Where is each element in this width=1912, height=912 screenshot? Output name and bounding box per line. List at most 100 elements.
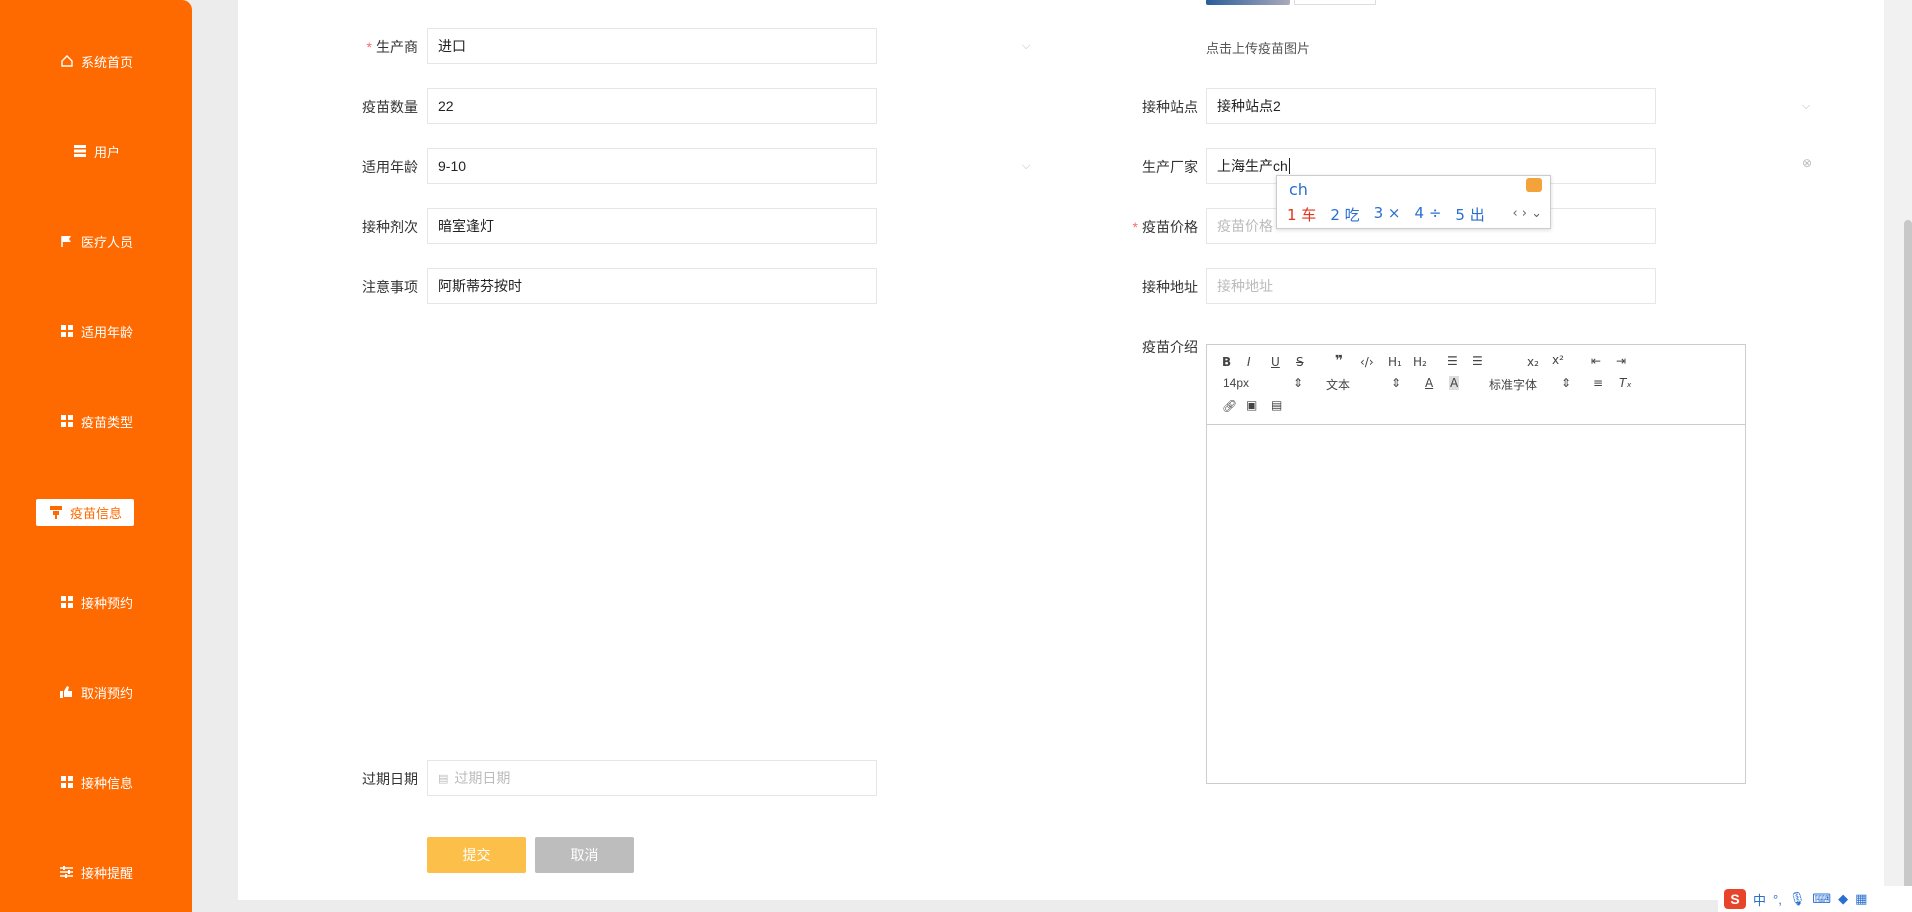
- cup-icon: [48, 504, 64, 520]
- sliders-icon: [59, 864, 75, 880]
- ime-candidate-popup: ch 1 车 2 吃 3 × 4 ÷ 5 出 ‹ › ⌄: [1276, 175, 1551, 229]
- address-input[interactable]: 接种地址: [1206, 268, 1656, 304]
- cancel-button[interactable]: 取消: [535, 837, 634, 873]
- upload-box[interactable]: [1294, 0, 1376, 5]
- ime-page-arrows-icon[interactable]: ‹ › ⌄: [1512, 206, 1542, 221]
- sidebar-item-label: 取消预约: [80, 685, 133, 701]
- keyboard-icon[interactable]: ⌨: [1812, 891, 1831, 907]
- bullet-list-icon[interactable]: ☰: [1472, 354, 1483, 368]
- ime-candidate[interactable]: 4 ÷: [1415, 204, 1442, 225]
- expiry-label: 过期日期: [362, 771, 418, 787]
- image-icon[interactable]: ▣: [1246, 398, 1257, 412]
- sidebar-item-vaccine-type[interactable]: 疫苗类型: [0, 401, 192, 441]
- text-caret: [1288, 158, 1290, 174]
- ordered-list-icon[interactable]: ☰: [1447, 354, 1458, 368]
- sidebar-item-booking[interactable]: 接种预约: [0, 582, 192, 622]
- chevron-down-icon[interactable]: ⌵: [1022, 40, 1032, 52]
- updown-icon: ⇕: [1292, 376, 1303, 390]
- h1-icon[interactable]: H₁: [1388, 355, 1402, 369]
- grid-icon: [72, 143, 88, 159]
- site-select[interactable]: 接种站点2: [1206, 88, 1656, 124]
- grid-icon: [59, 774, 75, 790]
- background-color-icon[interactable]: A: [1449, 376, 1460, 390]
- quantity-input[interactable]: 22: [427, 88, 877, 124]
- ime-candidate[interactable]: 3 ×: [1374, 204, 1401, 225]
- sidebar-item-label: 接种提醒: [80, 865, 133, 881]
- link-icon[interactable]: 🔗︎: [1222, 399, 1237, 413]
- bold-icon[interactable]: B: [1222, 355, 1231, 369]
- vaccine-image-thumbnail[interactable]: [1206, 0, 1290, 5]
- font-family-select[interactable]: 标准字体 ⇕: [1489, 376, 1571, 393]
- italic-icon[interactable]: I: [1247, 355, 1251, 369]
- sidebar-item-label: 系统首页: [80, 54, 133, 70]
- calendar-icon: ▤: [438, 772, 449, 785]
- ime-toolbar: S 中 °, 🎙︎ ⌨ ◆ ▦: [1718, 886, 1912, 912]
- ime-candidate[interactable]: 5 出: [1455, 204, 1484, 225]
- h2-icon[interactable]: H₂: [1413, 355, 1427, 369]
- sidebar-item-vaccination-info[interactable]: 接种信息: [0, 762, 192, 802]
- ime-logo-icon: [1526, 178, 1542, 192]
- sidebar-item-vaccine-info[interactable]: 疫苗信息: [0, 492, 192, 532]
- sidebar-item-users[interactable]: 用户: [0, 131, 192, 171]
- scrollbar-thumb[interactable]: [1904, 220, 1912, 912]
- flag-icon: [59, 233, 75, 249]
- site-label: 接种站点: [1142, 99, 1198, 115]
- ime-candidate[interactable]: 1 车: [1287, 204, 1316, 225]
- outdent-icon[interactable]: ⇤: [1591, 354, 1601, 368]
- sogou-logo-icon[interactable]: S: [1724, 889, 1746, 909]
- sidebar: 系统首页 用户 医疗人员 适用年龄 疫苗类型 疫苗信息 接种预约 取消预约 接种…: [0, 0, 192, 912]
- subscript-icon[interactable]: x₂: [1527, 355, 1539, 369]
- clear-icon[interactable]: ⊗: [1802, 156, 1812, 170]
- intro-label: 疫苗介绍: [1142, 339, 1198, 355]
- ime-candidate[interactable]: 2 吃: [1330, 204, 1359, 225]
- notes-input[interactable]: 阿斯蒂芬按时: [427, 268, 877, 304]
- sidebar-item-age[interactable]: 适用年龄: [0, 311, 192, 351]
- sidebar-item-reminder[interactable]: 接种提醒: [0, 852, 192, 892]
- sidebar-item-label: 接种预约: [80, 595, 133, 611]
- sidebar-item-label: 用户: [93, 144, 120, 160]
- home-icon: [59, 53, 75, 69]
- align-icon[interactable]: ≡: [1593, 376, 1603, 390]
- font-color-icon[interactable]: A: [1425, 376, 1433, 390]
- submit-button[interactable]: 提交: [427, 837, 526, 873]
- age-select[interactable]: 9-10: [427, 148, 877, 184]
- clear-format-icon[interactable]: Tₓ: [1619, 376, 1632, 390]
- font-size-select[interactable]: 14px ⇕: [1223, 376, 1303, 390]
- punctuation-toggle[interactable]: °,: [1773, 892, 1782, 907]
- sidebar-item-label: 疫苗信息: [69, 505, 122, 521]
- strike-icon[interactable]: S: [1296, 355, 1304, 369]
- paragraph-select[interactable]: 文本 ⇕: [1326, 376, 1401, 393]
- age-label: 适用年龄: [362, 159, 418, 175]
- sidebar-item-medical-staff[interactable]: 医疗人员: [0, 221, 192, 261]
- chevron-down-icon[interactable]: ⌵: [1022, 160, 1032, 172]
- sidebar-item-home[interactable]: 系统首页: [0, 41, 192, 81]
- updown-icon: ⇕: [1390, 376, 1401, 390]
- sidebar-item-label: 疫苗类型: [80, 414, 133, 430]
- sidebar-item-label: 医疗人员: [80, 234, 133, 250]
- rich-text-editor: B I U S ❞ ‹/› H₁ H₂ ☰ ☰ x₂ x² ⇤ ⇥ 14px ⇕ …: [1206, 344, 1746, 784]
- indent-icon[interactable]: ⇥: [1616, 354, 1626, 368]
- manufacturer-select[interactable]: 进口: [427, 28, 877, 64]
- video-icon[interactable]: ▤: [1271, 398, 1282, 412]
- upload-hint[interactable]: 点击上传疫苗图片: [1206, 38, 1310, 57]
- active-nav-highlight: 疫苗信息: [35, 498, 134, 526]
- blockquote-icon[interactable]: ❞: [1335, 353, 1343, 369]
- expiry-date-picker[interactable]: ▤ 过期日期: [427, 760, 877, 796]
- ime-input-text: ch: [1289, 180, 1308, 199]
- sidebar-item-label: 接种信息: [80, 775, 133, 791]
- sidebar-item-cancel-booking[interactable]: 取消预约: [0, 672, 192, 712]
- dose-input[interactable]: 暗室逢灯: [427, 208, 877, 244]
- underline-icon[interactable]: U: [1271, 355, 1280, 369]
- apps-icon[interactable]: ▦: [1855, 891, 1867, 907]
- grid-icon: [59, 413, 75, 429]
- price-label: * 疫苗价格: [1132, 219, 1198, 235]
- lang-toggle[interactable]: 中: [1753, 890, 1766, 909]
- code-icon[interactable]: ‹/›: [1360, 355, 1374, 369]
- updown-icon: ⇕: [1560, 376, 1571, 390]
- skin-icon[interactable]: ◆: [1838, 891, 1848, 907]
- mic-icon[interactable]: 🎙︎: [1789, 891, 1806, 907]
- editor-content-area[interactable]: [1207, 425, 1745, 783]
- superscript-icon[interactable]: x²: [1552, 353, 1564, 367]
- grid-icon: [59, 594, 75, 610]
- chevron-down-icon[interactable]: ⌵: [1802, 100, 1812, 112]
